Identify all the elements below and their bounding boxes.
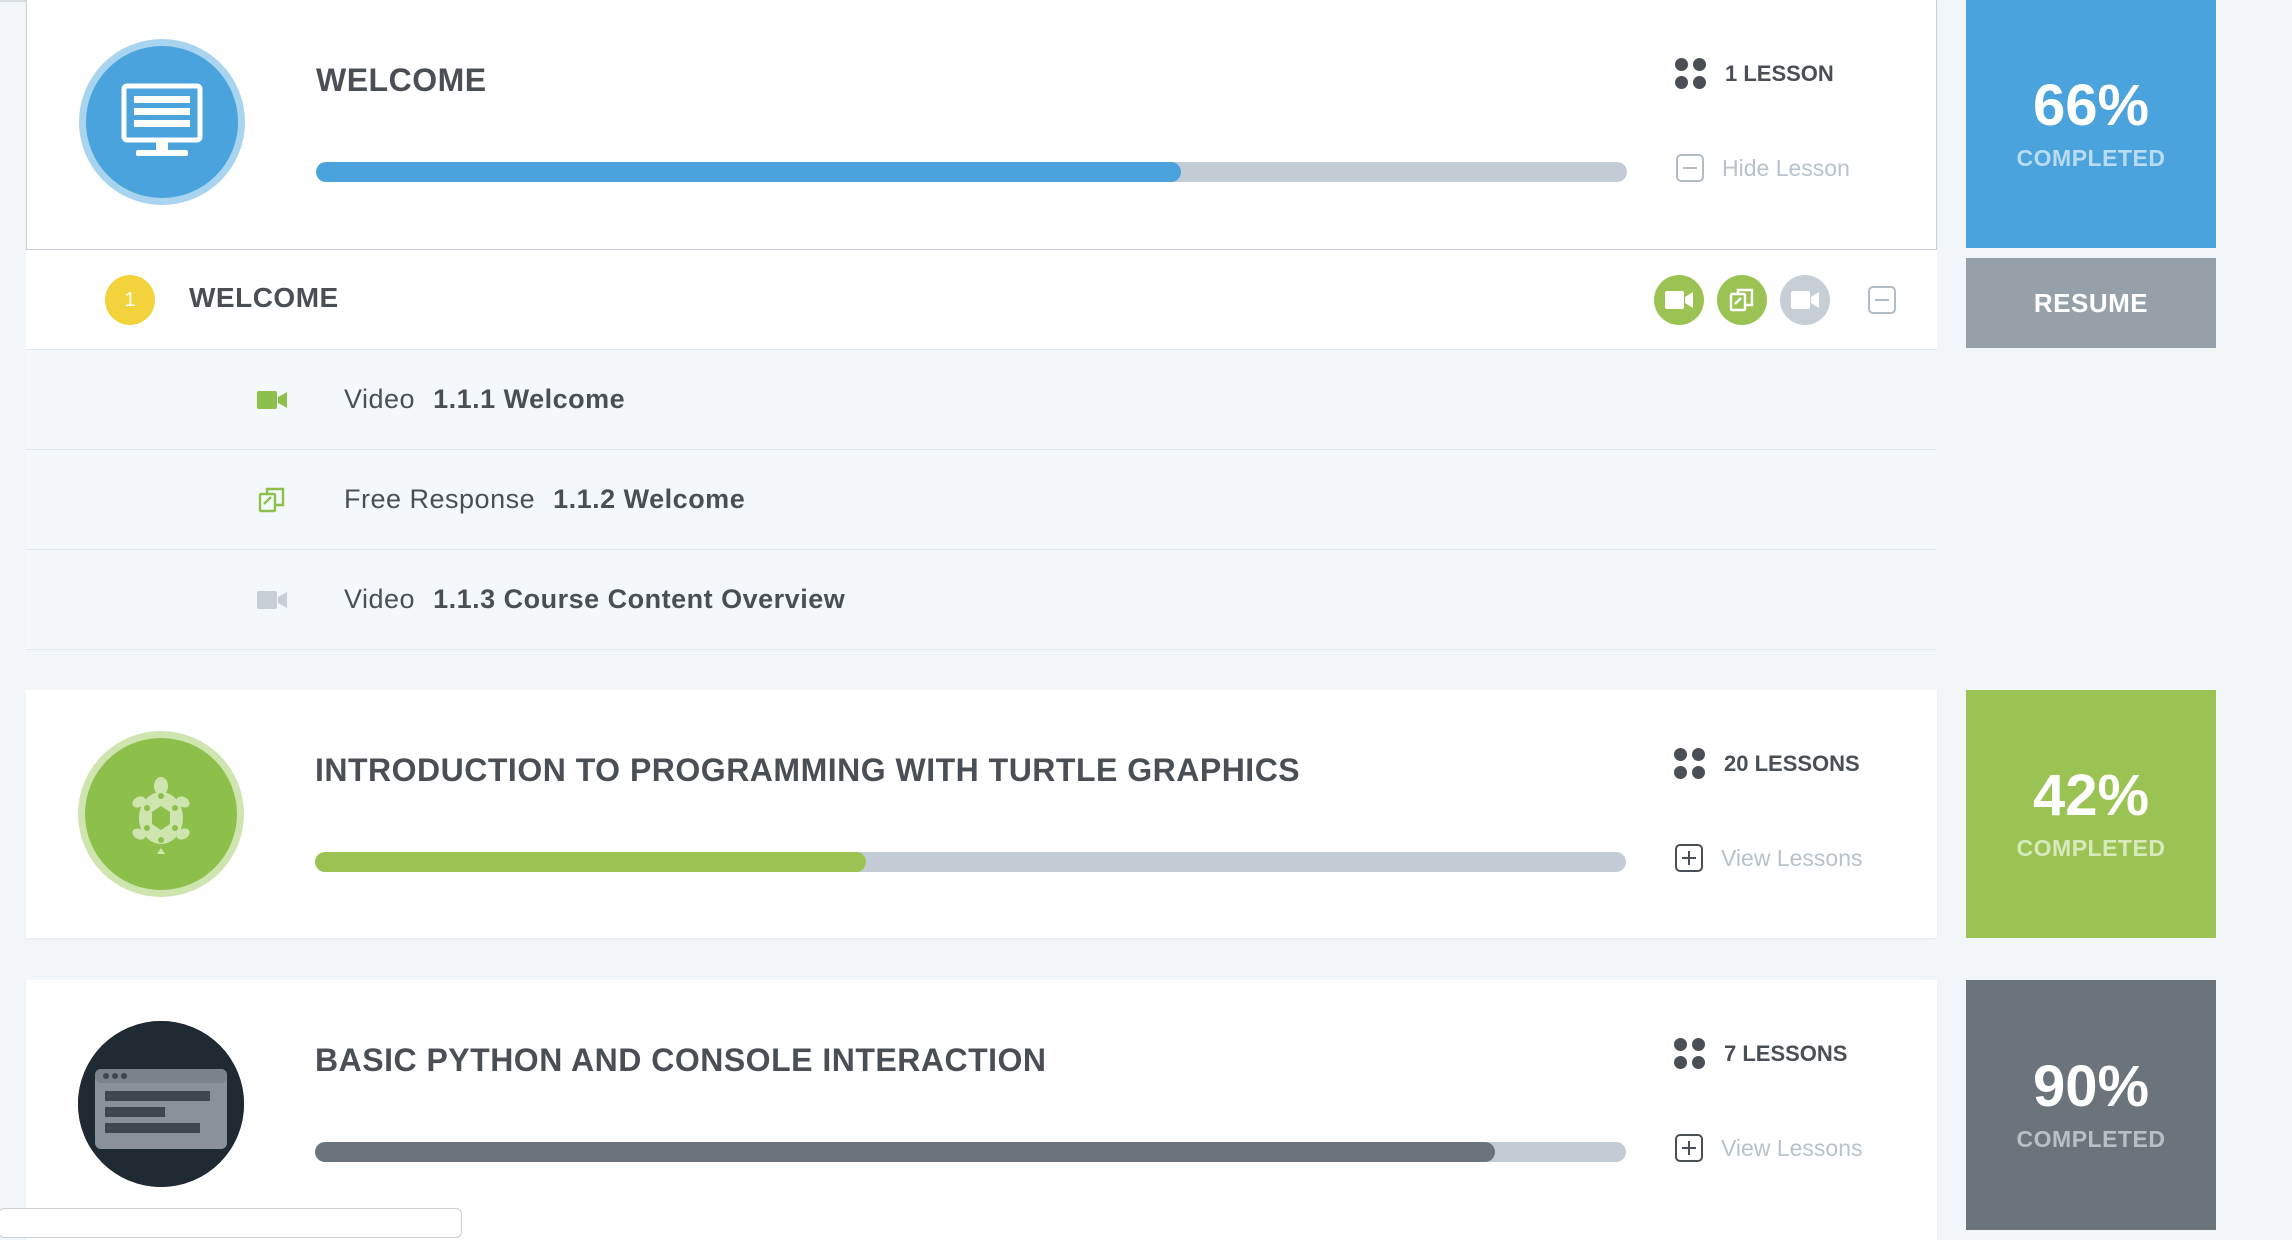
unit-progress-welcome: 66% COMPLETED: [1966, 0, 2216, 248]
progress-bar: [315, 1142, 1626, 1162]
console-window-icon: [78, 1021, 244, 1187]
lesson-count-label: 1 LESSON: [1725, 61, 1834, 86]
lesson-count: 1 LESSON: [1675, 58, 1834, 90]
unit-card-basic-python: BASIC PYTHON AND CONSOLE INTERACTION 7 L…: [26, 980, 1937, 1240]
lessons-grid-icon: [1674, 748, 1706, 780]
activity-row[interactable]: Video 1.1.3 Course Content Overview: [26, 550, 1937, 650]
activity-name[interactable]: 1.1.2 Welcome: [553, 484, 745, 514]
lessons-grid-icon: [1674, 1038, 1706, 1070]
resume-button[interactable]: RESUME: [1966, 258, 2216, 348]
percent-complete: 66%: [2032, 72, 2150, 138]
progress-bar: [315, 852, 1626, 872]
unit-card-welcome: WELCOME 1 LESSON Hide Lesson: [26, 0, 1937, 250]
completed-label: COMPLETED: [2016, 1125, 2166, 1152]
video-icon[interactable]: [1654, 275, 1704, 325]
lessons-grid-icon: [1675, 58, 1707, 90]
percent-complete: 42%: [2032, 762, 2150, 828]
unit-title: INTRODUCTION TO PROGRAMMING WITH TURTLE …: [315, 752, 1301, 788]
lesson-status-icons: [1654, 275, 1830, 325]
progress-bar-fill: [315, 1142, 1495, 1162]
unit-title: BASIC PYTHON AND CONSOLE INTERACTION: [315, 1042, 1047, 1078]
video-icon: [255, 384, 289, 416]
activity-name[interactable]: 1.1.1 Welcome: [433, 384, 625, 414]
video-icon: [255, 584, 289, 616]
activity-type: Free Response: [344, 484, 536, 514]
toggle-label: View Lessons: [1721, 844, 1863, 871]
activity-row[interactable]: Free Response 1.1.2 Welcome: [26, 450, 1937, 550]
view-lessons-toggle[interactable]: View Lessons: [1675, 1134, 1863, 1162]
lesson-count-label: 7 LESSONS: [1724, 1041, 1848, 1066]
progress-bar: [316, 162, 1627, 182]
lesson-count: 7 LESSONS: [1674, 1038, 1847, 1070]
unit-card-turtle-graphics: INTRODUCTION TO PROGRAMMING WITH TURTLE …: [26, 690, 1937, 938]
monitor-icon: [86, 46, 238, 198]
progress-bar-fill: [315, 852, 866, 872]
progress-bar-fill: [316, 162, 1182, 182]
lesson-number-badge: 1: [105, 275, 155, 325]
lesson-count-label: 20 LESSONS: [1724, 751, 1860, 776]
toggle-label: View Lessons: [1721, 1134, 1863, 1161]
lesson-row[interactable]: 1 WELCOME: [26, 250, 1937, 350]
collapse-icon: [1676, 154, 1704, 182]
free-response-icon[interactable]: [1717, 275, 1767, 325]
completed-label: COMPLETED: [2016, 144, 2166, 171]
hide-lesson-toggle[interactable]: Hide Lesson: [1676, 154, 1850, 182]
unit-progress-turtle-graphics: 42% COMPLETED: [1966, 690, 2216, 938]
toggle-label: Hide Lesson: [1722, 154, 1850, 181]
expand-icon: [1675, 844, 1703, 872]
percent-complete: 90%: [2032, 1053, 2150, 1119]
activity-row[interactable]: Video 1.1.1 Welcome: [26, 350, 1937, 450]
turtle-icon: [85, 738, 237, 890]
lesson-count: 20 LESSONS: [1674, 748, 1860, 780]
activity-type: Video: [344, 384, 416, 414]
activity-type: Video: [344, 584, 416, 614]
unit-title: WELCOME: [316, 62, 487, 98]
unit-progress-basic-python: 90% COMPLETED: [1966, 980, 2216, 1230]
lesson-title: WELCOME: [189, 282, 339, 313]
course-overview: WELCOME 1 LESSON Hide Lesson 66% COMPLET…: [0, 0, 2292, 1240]
completed-label: COMPLETED: [2016, 834, 2166, 861]
collapse-icon[interactable]: [1868, 286, 1896, 314]
video-icon[interactable]: [1780, 275, 1830, 325]
popup-edge: [0, 1208, 462, 1238]
expand-icon: [1675, 1134, 1703, 1162]
view-lessons-toggle[interactable]: View Lessons: [1675, 844, 1863, 872]
activity-name[interactable]: 1.1.3 Course Content Overview: [433, 584, 845, 614]
free-response-icon: [255, 484, 289, 516]
